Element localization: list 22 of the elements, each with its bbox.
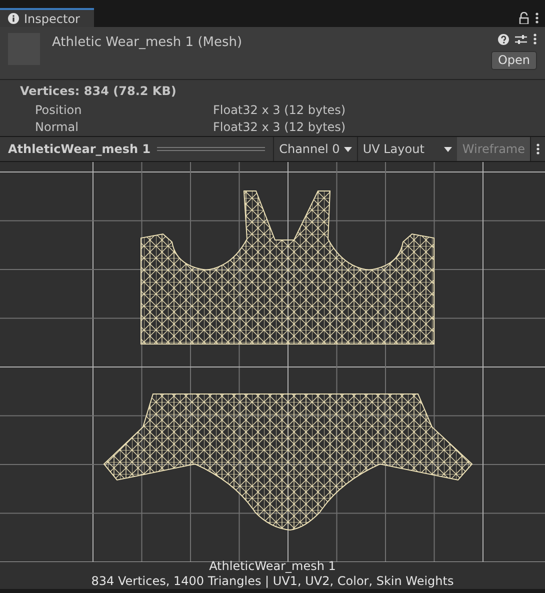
tab-label: Inspector (24, 10, 80, 28)
info-icon (8, 13, 19, 24)
more-menu-icon[interactable] (535, 12, 539, 24)
vertices-heading: Vertices: 834 (78.2 KB) (20, 83, 178, 100)
help-icon[interactable] (498, 34, 509, 44)
property-value: Float32 x 3 (12 bytes) (213, 119, 346, 136)
mesh-stats: 834 Vertices, 1400 Triangles | UV1, UV2, Color, Skin Weights (90, 574, 455, 589)
property-name: Position (34, 102, 83, 119)
caret-icon (344, 146, 352, 152)
mesh-title: Athletic Wear_mesh 1 (Mesh) (52, 34, 244, 52)
more-menu-icon[interactable] (536, 143, 540, 155)
settings-icon[interactable] (515, 34, 527, 44)
more-menu-icon[interactable] (533, 33, 537, 45)
channel-dropdown[interactable]: Channel 0 (273, 137, 357, 161)
inspector-tab[interactable]: Inspector (0, 8, 94, 27)
caret-icon (444, 146, 452, 152)
preview-mesh-name: AthleticWear_mesh 1 (208, 559, 337, 574)
property-value: Float32 x 3 (12 bytes) (213, 102, 346, 119)
open-button[interactable]: Open (490, 51, 537, 70)
property-name: Normal (34, 119, 80, 136)
lock-icon[interactable] (519, 12, 529, 24)
preview-title: AthleticWear_mesh 1 (7, 141, 152, 158)
